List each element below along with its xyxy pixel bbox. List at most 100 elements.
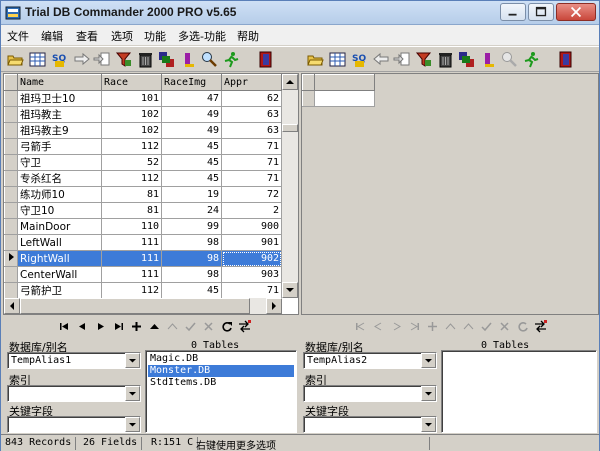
run-button[interactable]	[223, 51, 240, 68]
left-index-dropdown-button[interactable]	[125, 386, 140, 401]
left-alias-combo[interactable]: TempAlias1	[7, 352, 141, 369]
menu-options[interactable]: 选项	[111, 28, 133, 44]
cell-name[interactable]: 祖玛教主9	[17, 122, 102, 139]
left-data-grid[interactable]: Name Race RaceImg Appr 祖玛卫士10 101 47 62 祖玛教主…	[3, 73, 299, 315]
refresh-button-right[interactable]	[515, 319, 530, 334]
next-record-button[interactable]	[93, 319, 108, 334]
batch-button[interactable]	[158, 51, 175, 68]
right-tables-listbox[interactable]	[441, 350, 597, 433]
right-grid-row[interactable]	[302, 90, 375, 107]
cell-name[interactable]: LeftWall	[17, 234, 102, 251]
grid-view-button-right[interactable]	[329, 51, 346, 68]
row-indicator[interactable]	[4, 170, 18, 187]
insert-record-button[interactable]	[129, 319, 144, 334]
info-button[interactable]	[180, 51, 197, 68]
cell-raceimg[interactable]: 24	[161, 202, 222, 219]
cell-race[interactable]: 112	[101, 170, 162, 187]
post-record-button-right[interactable]	[479, 319, 494, 334]
first-record-button[interactable]	[57, 319, 72, 334]
right-key-field-dropdown-button[interactable]	[421, 417, 436, 432]
copy-left-button[interactable]	[373, 51, 390, 68]
cell-race[interactable]: 111	[101, 266, 162, 283]
row-indicator[interactable]	[4, 250, 18, 267]
run-button-right[interactable]	[523, 51, 540, 68]
open-folder-button[interactable]	[7, 51, 24, 68]
refresh-button[interactable]	[219, 319, 234, 334]
cell-appr[interactable]: 902	[221, 250, 282, 267]
sql-button-right[interactable]: SQ	[351, 51, 368, 68]
cell-race[interactable]: 111	[101, 234, 162, 251]
cell-raceimg[interactable]: 45	[161, 138, 222, 155]
cell-appr[interactable]: 2	[221, 202, 282, 219]
open-folder-button-right[interactable]	[307, 51, 324, 68]
title-bar[interactable]: Trial DB Commander 2000 PRO v5.65	[1, 1, 599, 25]
last-record-button[interactable]	[111, 319, 126, 334]
minimize-button[interactable]	[500, 3, 526, 21]
menu-edit[interactable]: 编辑	[41, 28, 63, 44]
table-row[interactable]: 守卫10 81 24 2	[4, 202, 282, 219]
table-list-item[interactable]: StdItems.DB	[148, 377, 218, 389]
batch-button-right[interactable]	[458, 51, 475, 68]
delete-record-button-right[interactable]	[443, 319, 458, 334]
right-column-header[interactable]	[314, 74, 375, 91]
table-row[interactable]: 练功师10 81 19 72	[4, 186, 282, 203]
right-grid-cell[interactable]	[314, 90, 375, 107]
cell-race[interactable]: 112	[101, 282, 162, 299]
scroll-up-button[interactable]	[282, 74, 298, 90]
table-list-item[interactable]: Magic.DB	[148, 353, 200, 365]
menu-multi-functions[interactable]: 多选-功能	[178, 28, 226, 44]
cell-name[interactable]: 守卫	[17, 154, 102, 171]
cell-race[interactable]: 102	[101, 122, 162, 139]
table-row[interactable]: MainDoor 110 99 900	[4, 218, 282, 235]
last-record-button-right[interactable]	[407, 319, 422, 334]
table-row[interactable]: 弓箭手 112 45 71	[4, 138, 282, 155]
cell-raceimg[interactable]: 45	[161, 170, 222, 187]
cell-raceimg[interactable]: 49	[161, 106, 222, 123]
post-record-button[interactable]	[183, 319, 198, 334]
right-alias-dropdown-button[interactable]	[421, 353, 436, 368]
cell-appr[interactable]: 903	[221, 266, 282, 283]
left-index-combo[interactable]	[7, 385, 141, 402]
column-header-raceimg[interactable]: RaceImg	[161, 74, 222, 91]
cell-race[interactable]: 52	[101, 154, 162, 171]
edit-record-button[interactable]	[165, 319, 180, 334]
table-row[interactable]: 守卫 52 45 71	[4, 154, 282, 171]
cell-name[interactable]: 专杀红名	[17, 170, 102, 187]
cell-appr[interactable]: 901	[221, 234, 282, 251]
column-header-race[interactable]: Race	[101, 74, 162, 91]
filter-button[interactable]	[115, 51, 132, 68]
cell-raceimg[interactable]: 45	[161, 282, 222, 299]
cell-raceimg[interactable]: 99	[161, 218, 222, 235]
column-header-name[interactable]: Name	[17, 74, 102, 91]
table-row[interactable]: 弓箭护卫 112 45 71	[4, 282, 282, 299]
table-row[interactable]: 祖玛卫士10 101 47 62	[4, 90, 282, 107]
info-button-right[interactable]	[480, 51, 497, 68]
sql-button[interactable]: SQ	[51, 51, 68, 68]
cell-name[interactable]: 弓箭手	[17, 138, 102, 155]
cell-race[interactable]: 81	[101, 186, 162, 203]
cell-race[interactable]: 110	[101, 218, 162, 235]
left-key-field-combo[interactable]	[7, 416, 141, 433]
menu-view[interactable]: 查看	[76, 28, 98, 44]
cancel-edit-button[interactable]	[201, 319, 216, 334]
swap-button[interactable]	[237, 319, 252, 334]
cell-race[interactable]: 81	[101, 202, 162, 219]
import-button[interactable]	[93, 51, 110, 68]
cell-race[interactable]: 101	[101, 90, 162, 107]
cell-raceimg[interactable]: 47	[161, 90, 222, 107]
delete-record-button[interactable]	[147, 319, 162, 334]
right-index-combo[interactable]	[303, 385, 437, 402]
cell-name[interactable]: 弓箭护卫	[17, 282, 102, 299]
cell-name[interactable]: MainDoor	[17, 218, 102, 235]
scroll-left-button[interactable]	[4, 298, 20, 314]
table-row[interactable]: 祖玛教主 102 49 63	[4, 106, 282, 123]
cell-raceimg[interactable]: 98	[161, 234, 222, 251]
right-key-field-combo[interactable]	[303, 416, 437, 433]
grid-view-button[interactable]	[29, 51, 46, 68]
cell-appr[interactable]: 71	[221, 138, 282, 155]
cell-raceimg[interactable]: 19	[161, 186, 222, 203]
cell-race[interactable]: 102	[101, 106, 162, 123]
cancel-edit-button-right[interactable]	[497, 319, 512, 334]
copy-right-button[interactable]	[73, 51, 90, 68]
cell-appr[interactable]: 71	[221, 154, 282, 171]
